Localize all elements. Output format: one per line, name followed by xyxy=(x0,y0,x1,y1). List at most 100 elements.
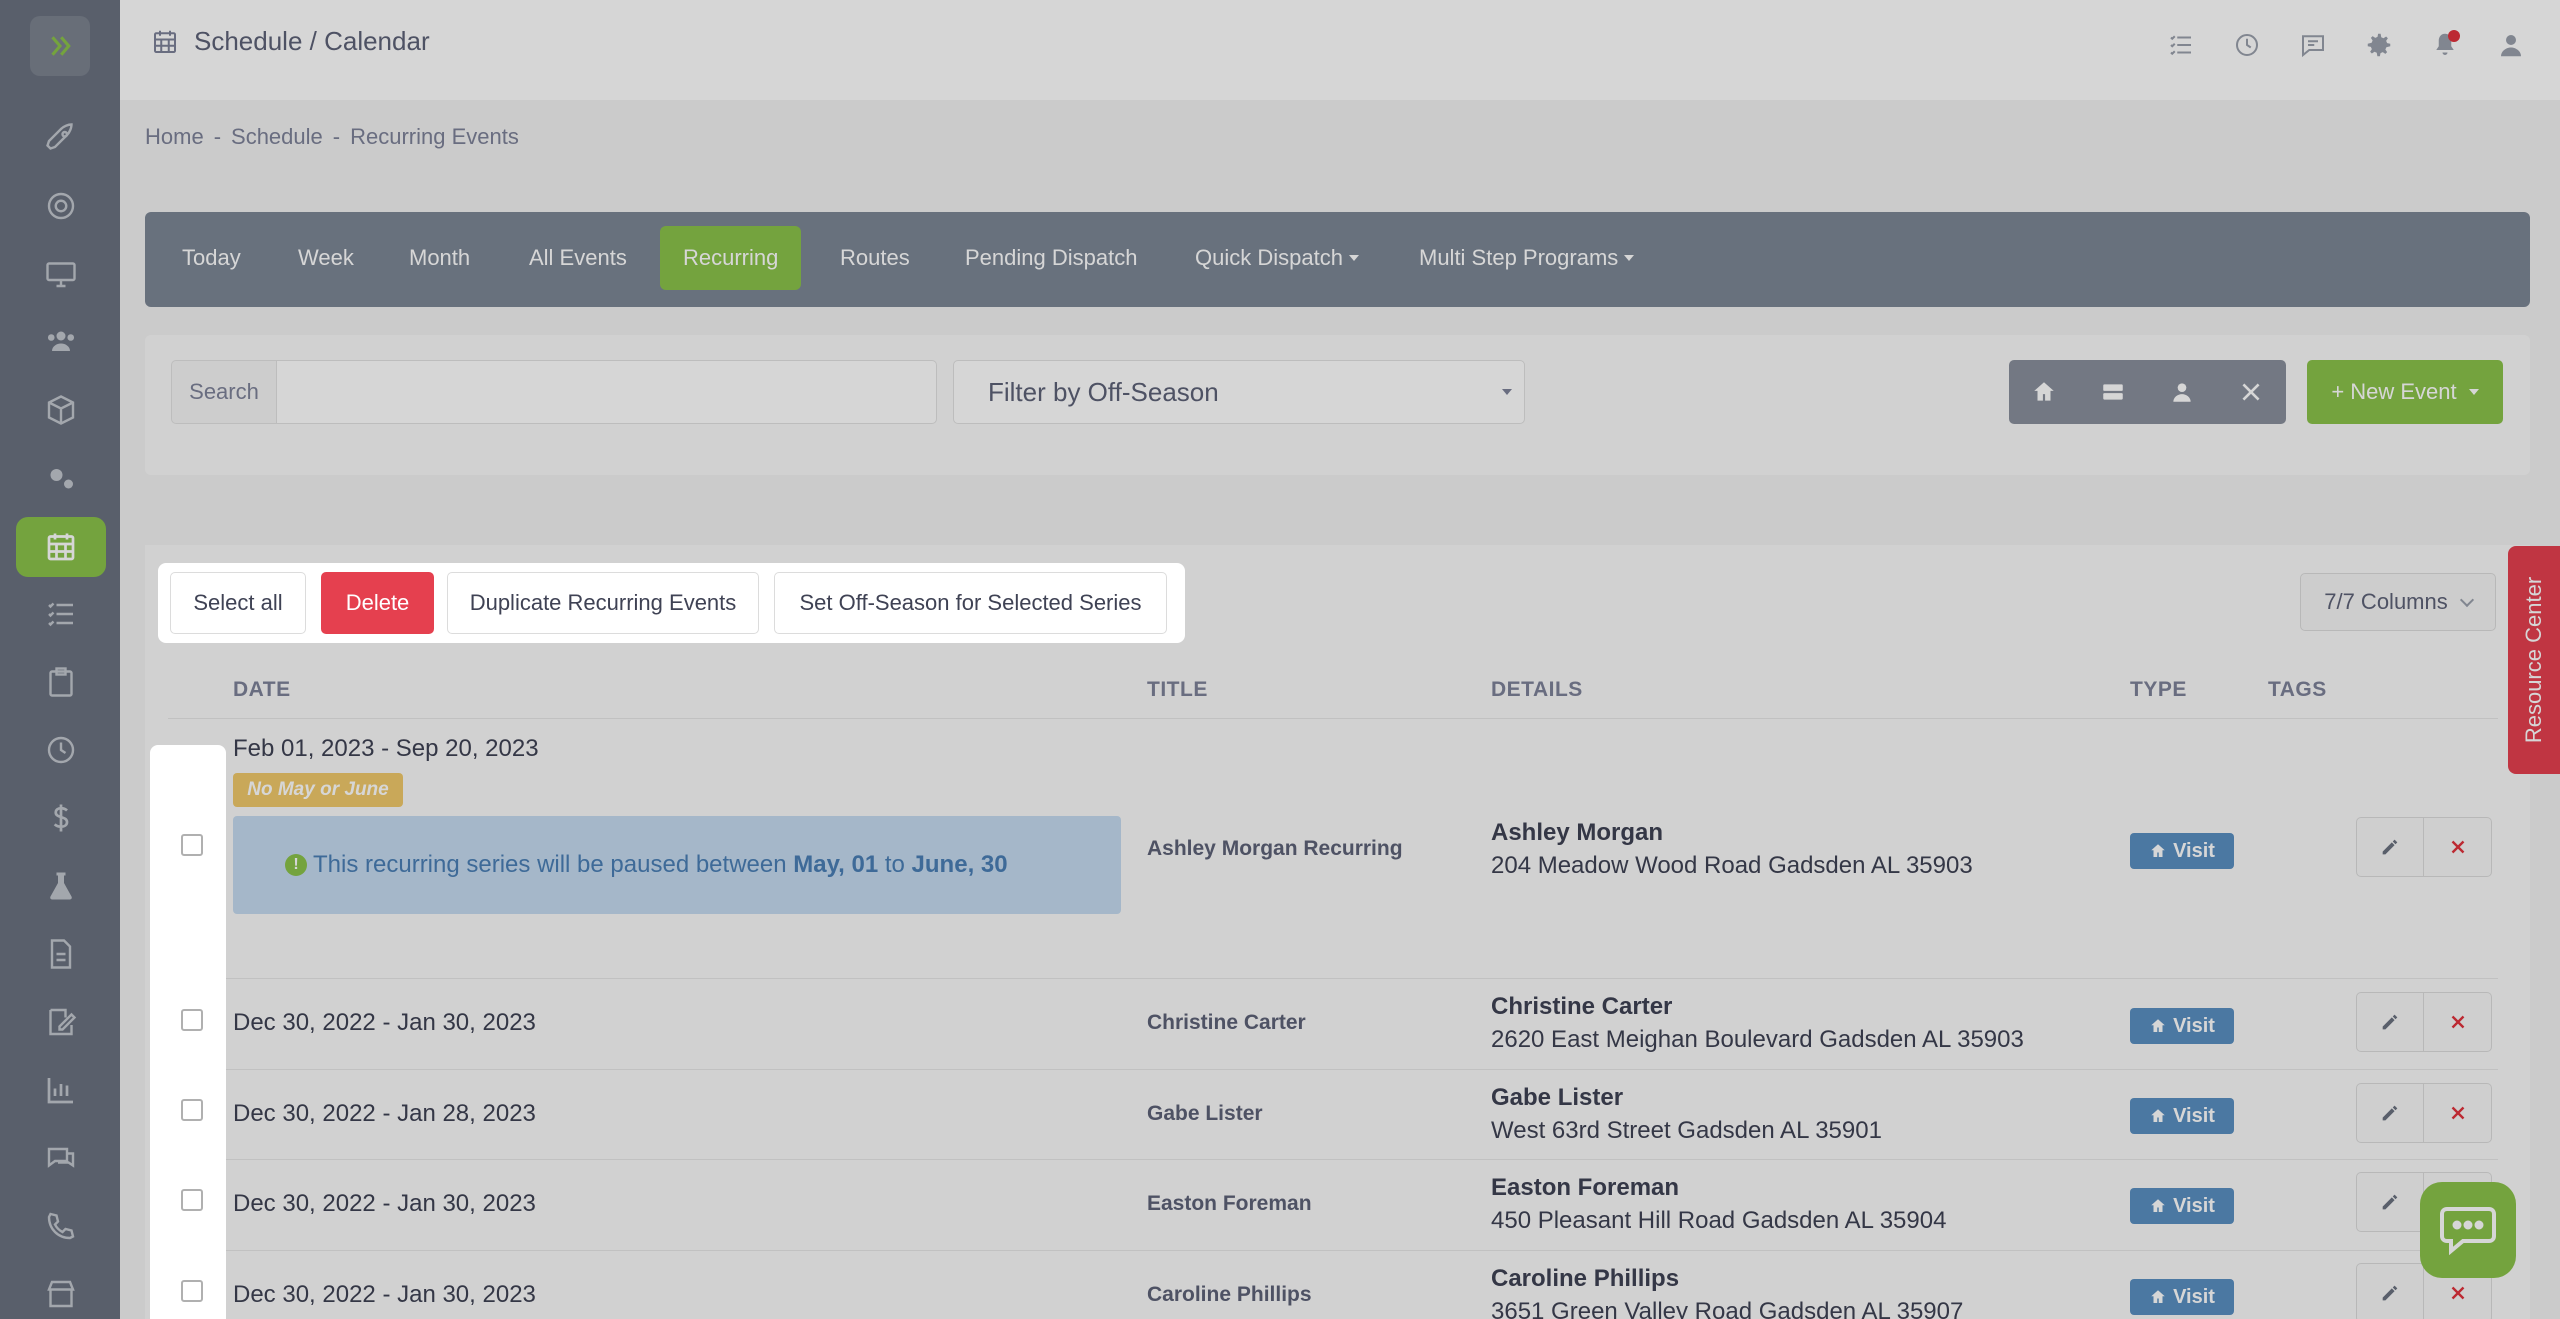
edit-button[interactable] xyxy=(2356,1172,2424,1232)
row-title[interactable]: Caroline Phillips xyxy=(1147,1283,1312,1307)
sidebar-item-time[interactable] xyxy=(16,720,106,780)
off-season-filter-select[interactable]: Filter by Off-Season xyxy=(953,360,1525,424)
column-header-type[interactable]: TYPE xyxy=(2130,678,2187,702)
sidebar-item-dashboard[interactable] xyxy=(16,108,106,168)
settings-button[interactable] xyxy=(2364,30,2394,60)
event-type-filter-group xyxy=(2009,360,2286,424)
breadcrumb-schedule[interactable]: Schedule xyxy=(231,124,323,150)
row-title[interactable]: Gabe Lister xyxy=(1147,1102,1263,1126)
resource-center-label: Resource Center xyxy=(2521,576,2546,744)
caret-down-icon xyxy=(1624,255,1635,261)
home-icon xyxy=(2151,1109,2165,1122)
sidebar-item-messages[interactable] xyxy=(16,1128,106,1188)
calendar-icon xyxy=(154,30,176,53)
sidebar-item-schedule[interactable] xyxy=(16,517,106,577)
sidebar-item-calls[interactable] xyxy=(16,1196,106,1256)
sidebar-item-lab[interactable] xyxy=(16,856,106,916)
duplicate-recurring-events-button[interactable]: Duplicate Recurring Events xyxy=(447,572,759,634)
sidebar-item-monitor[interactable] xyxy=(16,244,106,304)
store-icon xyxy=(47,1280,75,1308)
column-header-date[interactable]: DATE xyxy=(233,678,291,702)
filter-server-button[interactable] xyxy=(2078,360,2147,424)
row-date: Dec 30, 2022 - Jan 30, 2023 xyxy=(233,1190,536,1217)
filter-tools-button[interactable] xyxy=(2217,360,2286,424)
type-badge: Visit xyxy=(2130,833,2234,869)
resource-center-tab[interactable]: Resource Center xyxy=(2508,546,2560,774)
delete-row-button[interactable] xyxy=(2424,992,2492,1052)
tab-routes[interactable]: Routes xyxy=(817,226,933,290)
edit-button[interactable] xyxy=(2356,817,2424,877)
sidebar-toggle-button[interactable] xyxy=(30,16,90,76)
time-button[interactable] xyxy=(2232,30,2262,60)
tab-today[interactable]: Today xyxy=(159,226,264,290)
sidebar-item-documents[interactable] xyxy=(16,924,106,984)
row-checkbox[interactable] xyxy=(181,834,203,856)
tab-all-events[interactable]: All Events xyxy=(506,226,650,290)
breadcrumb-home[interactable]: Home xyxy=(145,124,204,150)
row-checkbox[interactable] xyxy=(181,1099,203,1121)
type-label: Visit xyxy=(2173,839,2215,862)
row-checkbox-column xyxy=(150,745,226,1319)
close-icon xyxy=(2451,840,2464,854)
sidebar-item-reports[interactable] xyxy=(16,1060,106,1120)
tab-month[interactable]: Month xyxy=(386,226,493,290)
exclamation-circle-icon: ! xyxy=(285,854,307,876)
tab-quick-dispatch[interactable]: Quick Dispatch xyxy=(1172,226,1382,290)
sidebar-item-signature[interactable] xyxy=(16,992,106,1052)
tab-quick-dispatch-label: Quick Dispatch xyxy=(1195,245,1343,270)
edit-button[interactable] xyxy=(2356,1263,2424,1319)
sidebar-item-customers[interactable] xyxy=(16,312,106,372)
column-header-title[interactable]: TITLE xyxy=(1147,678,1208,702)
type-badge: Visit xyxy=(2130,1008,2234,1044)
tasks-button[interactable] xyxy=(2166,30,2196,60)
tab-recurring[interactable]: Recurring xyxy=(660,226,802,290)
caret-down-icon xyxy=(2468,389,2479,395)
search-input[interactable] xyxy=(277,360,937,424)
breadcrumb: Home - Schedule - Recurring Events xyxy=(145,124,519,150)
new-event-button[interactable]: + New Event xyxy=(2307,360,2503,424)
edit-button[interactable] xyxy=(2356,992,2424,1052)
sidebar-item-support[interactable] xyxy=(16,176,106,236)
notifications-button[interactable] xyxy=(2430,30,2460,60)
tools-icon xyxy=(2242,383,2260,401)
sidebar-item-clipboard[interactable] xyxy=(16,652,106,712)
off-season-badge: No May or June xyxy=(233,773,403,807)
row-checkbox[interactable] xyxy=(181,1009,203,1031)
type-label: Visit xyxy=(2173,1285,2215,1308)
filter-person-button[interactable] xyxy=(2148,360,2217,424)
user-menu-button[interactable] xyxy=(2496,30,2526,60)
columns-toggle-button[interactable]: 7/7 Columns xyxy=(2300,573,2496,631)
chat-widget-button[interactable] xyxy=(2420,1182,2516,1278)
pause-notice-text: This recurring series will be paused bet… xyxy=(313,851,1008,879)
tab-multi-step-programs[interactable]: Multi Step Programs xyxy=(1396,226,1657,290)
sidebar-item-tasks[interactable] xyxy=(16,584,106,644)
edit-button[interactable] xyxy=(2356,1083,2424,1143)
tab-pending-dispatch[interactable]: Pending Dispatch xyxy=(942,226,1160,290)
sidebar-item-settings[interactable] xyxy=(16,448,106,508)
delete-row-button[interactable] xyxy=(2424,817,2492,877)
pause-prefix: This recurring series will be paused bet… xyxy=(313,851,787,878)
row-checkbox[interactable] xyxy=(181,1189,203,1211)
sidebar-item-store[interactable] xyxy=(16,1264,106,1319)
row-title[interactable]: Ashley Morgan Recurring xyxy=(1147,837,1403,861)
sidebar-item-inventory[interactable] xyxy=(16,380,106,440)
top-icons xyxy=(2166,30,2526,60)
tab-week[interactable]: Week xyxy=(275,226,377,290)
messages-button[interactable] xyxy=(2298,30,2328,60)
select-all-button[interactable]: Select all xyxy=(170,572,306,634)
row-title[interactable]: Easton Foreman xyxy=(1147,1192,1312,1216)
set-off-season-button[interactable]: Set Off-Season for Selected Series xyxy=(774,572,1167,634)
column-header-tags[interactable]: TAGS xyxy=(2268,678,2327,702)
chat-icon xyxy=(47,1147,75,1168)
column-header-details[interactable]: DETAILS xyxy=(1491,678,1583,702)
sidebar-item-billing[interactable] xyxy=(16,788,106,848)
delete-button[interactable]: Delete xyxy=(321,572,434,634)
row-customer-name: Gabe Lister xyxy=(1491,1084,1624,1111)
row-title[interactable]: Christine Carter xyxy=(1147,1011,1306,1035)
row-checkbox[interactable] xyxy=(181,1280,203,1302)
lifebuoy-icon xyxy=(47,192,75,220)
pencil-icon xyxy=(2382,1285,2398,1301)
filter-visit-button[interactable] xyxy=(2009,360,2078,424)
delete-row-button[interactable] xyxy=(2424,1083,2492,1143)
checklist-icon xyxy=(2170,35,2191,56)
